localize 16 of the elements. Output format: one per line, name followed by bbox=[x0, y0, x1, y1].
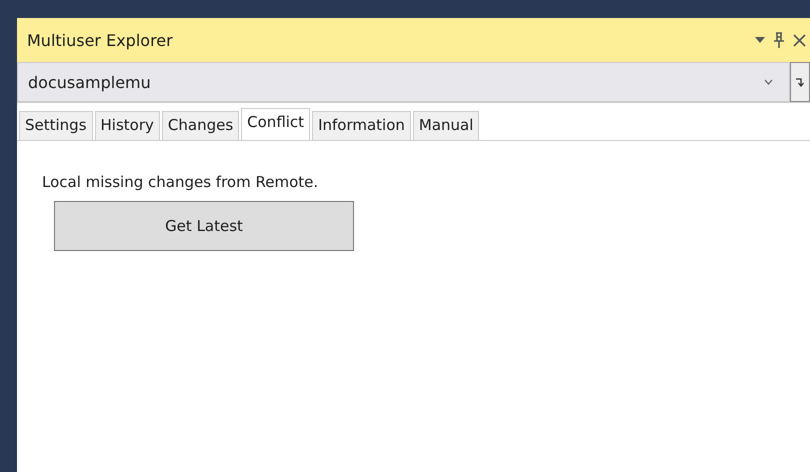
dropdown-icon[interactable] bbox=[755, 37, 765, 43]
get-latest-button[interactable]: Get Latest bbox=[54, 201, 354, 251]
tab[interactable]: Settings bbox=[19, 111, 93, 140]
close-icon[interactable] bbox=[793, 34, 806, 46]
project-dropdown[interactable]: docusamplemu bbox=[17, 62, 790, 102]
refresh-button[interactable] bbox=[790, 62, 810, 102]
window-title: Multiuser Explorer bbox=[27, 30, 173, 50]
tab[interactable]: History bbox=[94, 111, 160, 140]
return-arrow-icon bbox=[795, 77, 805, 87]
status-message: Local missing changes from Remote. bbox=[42, 173, 320, 191]
pin-icon[interactable] bbox=[774, 32, 784, 48]
tab[interactable]: Manual bbox=[412, 111, 480, 140]
tab[interactable]: Conflict bbox=[241, 108, 310, 140]
chevron-icon bbox=[764, 79, 773, 85]
tab[interactable]: Information bbox=[312, 111, 411, 140]
tab[interactable]: Changes bbox=[162, 111, 240, 140]
